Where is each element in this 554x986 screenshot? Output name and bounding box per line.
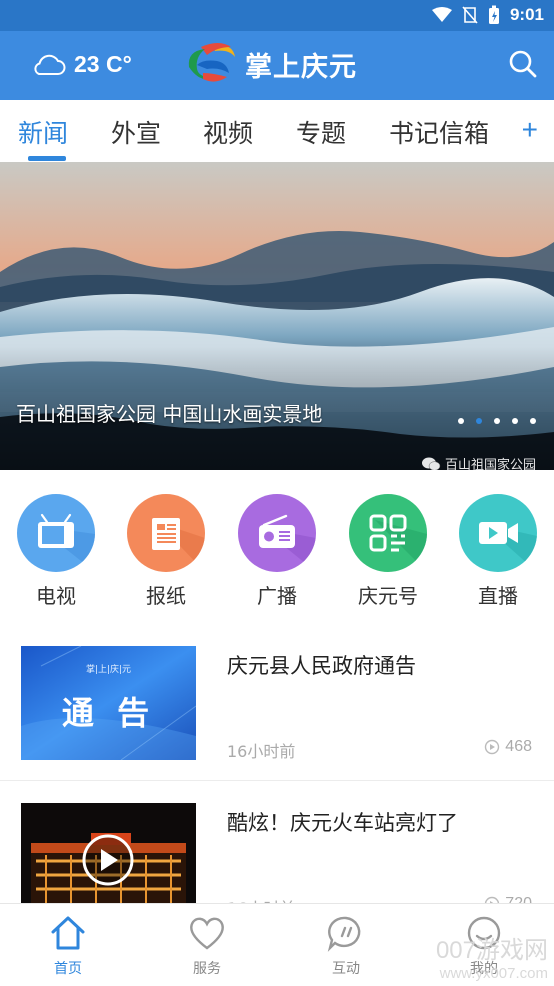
views-count: 720 xyxy=(505,895,532,903)
view-count-icon xyxy=(485,896,500,903)
add-tab-button[interactable]: + xyxy=(522,114,538,146)
tab-topics[interactable]: 专题 xyxy=(296,114,346,150)
status-icons: 9:01 xyxy=(431,5,544,25)
nav-home[interactable]: 首页 xyxy=(28,914,108,978)
wechat-icon xyxy=(421,457,441,470)
weather-widget[interactable]: 23 C° xyxy=(30,51,132,78)
nav-label: 服务 xyxy=(193,961,221,977)
app-logo-icon xyxy=(188,43,235,82)
notice-large-label: 通 告 xyxy=(61,694,156,732)
carousel-dot[interactable] xyxy=(512,418,518,424)
nav-label: 互动 xyxy=(332,961,360,977)
clock: 9:01 xyxy=(509,5,544,24)
video-camera-icon xyxy=(479,522,537,572)
site-watermark-url: www.yx007.com xyxy=(439,965,548,982)
news-item[interactable]: 掌|上|庆|元 通 告 庆元县人民政府通告 16小时前 468 xyxy=(0,646,554,761)
radio-circle xyxy=(238,494,316,572)
tab-secretary-mailbox[interactable]: 书记信箱 xyxy=(389,114,489,150)
nav-label: 首页 xyxy=(54,961,82,977)
view-count-icon xyxy=(485,739,500,755)
radio-icon xyxy=(259,514,316,572)
grid-icon xyxy=(369,514,427,572)
quick-entry-row: 电视 报纸 广播 庆元号 直播 xyxy=(0,470,554,620)
nav-services[interactable]: 服务 xyxy=(167,914,247,978)
news-title[interactable]: 酷炫！庆元火车站亮灯了 xyxy=(227,807,458,837)
watermark-text: 百山祖国家公园 xyxy=(444,458,536,470)
quick-entry-label: 直播 xyxy=(478,584,518,608)
quick-entry-live[interactable]: 直播 xyxy=(456,494,540,609)
news-time: 16小时前 xyxy=(227,742,296,761)
quick-entry-label: 庆元号 xyxy=(358,584,418,608)
video-circle xyxy=(459,494,537,572)
newspaper-icon xyxy=(152,518,205,572)
carousel-dot[interactable] xyxy=(494,418,500,424)
carousel-dot[interactable] xyxy=(530,418,536,424)
quick-entry-radio[interactable]: 广播 xyxy=(235,494,319,609)
newspaper-circle xyxy=(127,494,205,572)
grid-circle xyxy=(349,494,427,572)
carousel-dot[interactable] xyxy=(458,418,464,424)
tv-circle xyxy=(17,494,95,572)
cloud-icon xyxy=(34,54,66,75)
nav-interaction[interactable]: 互动 xyxy=(306,914,386,978)
carousel-dot[interactable] xyxy=(476,418,482,424)
quick-entry-tv[interactable]: 电视 xyxy=(14,494,98,609)
news-title[interactable]: 庆元县人民政府通告 xyxy=(227,650,416,680)
tab-news[interactable]: 新闻 xyxy=(18,114,68,150)
app-brand: 掌上庆元 xyxy=(183,39,357,89)
tv-icon xyxy=(37,513,95,572)
news-thumbnail: 掌|上|庆|元 通 告 xyxy=(21,646,196,760)
list-divider xyxy=(0,780,554,781)
quick-entry-label: 报纸 xyxy=(146,584,186,608)
search-icon xyxy=(509,50,537,78)
temperature: 23 C° xyxy=(74,51,132,77)
station-thumbnail-image xyxy=(21,803,196,903)
banner-watermark: 百山祖国家公园 xyxy=(421,454,536,470)
banner-carousel[interactable]: 百山祖国家公园 中国山水画实景地 百山祖国家公园 xyxy=(0,162,554,470)
quick-entry-label: 广播 xyxy=(257,584,297,608)
category-tabs: 新闻 外宣 视频 专题 书记信箱 + xyxy=(0,100,554,162)
notice-small-label: 掌|上|庆|元 xyxy=(85,665,132,675)
news-item[interactable]: 酷炫！庆元火车站亮灯了 16小时前 720 xyxy=(0,803,554,903)
chat-icon xyxy=(327,916,361,952)
search-button[interactable] xyxy=(508,49,538,83)
no-signal-icon xyxy=(462,6,478,24)
heart-icon xyxy=(190,917,224,950)
app-header: 23 C° 掌上庆元 xyxy=(0,31,554,100)
battery-icon xyxy=(488,5,499,24)
app-name: 掌上庆元 xyxy=(245,51,357,83)
active-tab-indicator xyxy=(28,156,66,161)
quick-entry-label: 电视 xyxy=(36,584,76,608)
news-views: 468 xyxy=(484,738,532,756)
status-bar: 9:01 xyxy=(0,0,554,31)
tab-video[interactable]: 视频 xyxy=(203,114,253,150)
quick-entry-newspaper[interactable]: 报纸 xyxy=(124,494,208,609)
quick-entry-qingyuan-account[interactable]: 庆元号 xyxy=(346,494,430,609)
tab-publicity[interactable]: 外宣 xyxy=(111,114,161,150)
site-watermark: 007游戏网 www.yx007.com xyxy=(436,930,548,982)
news-thumbnail xyxy=(21,803,196,903)
home-icon xyxy=(51,916,85,950)
news-views: 720 xyxy=(484,895,532,903)
banner-caption: 百山祖国家公园 中国山水画实景地 xyxy=(16,402,323,426)
carousel-dots xyxy=(458,418,536,424)
site-watermark-title: 007游戏网 xyxy=(435,937,548,964)
wifi-icon xyxy=(431,7,452,22)
news-time: 16小时前 xyxy=(227,895,295,903)
views-count: 468 xyxy=(505,738,532,755)
